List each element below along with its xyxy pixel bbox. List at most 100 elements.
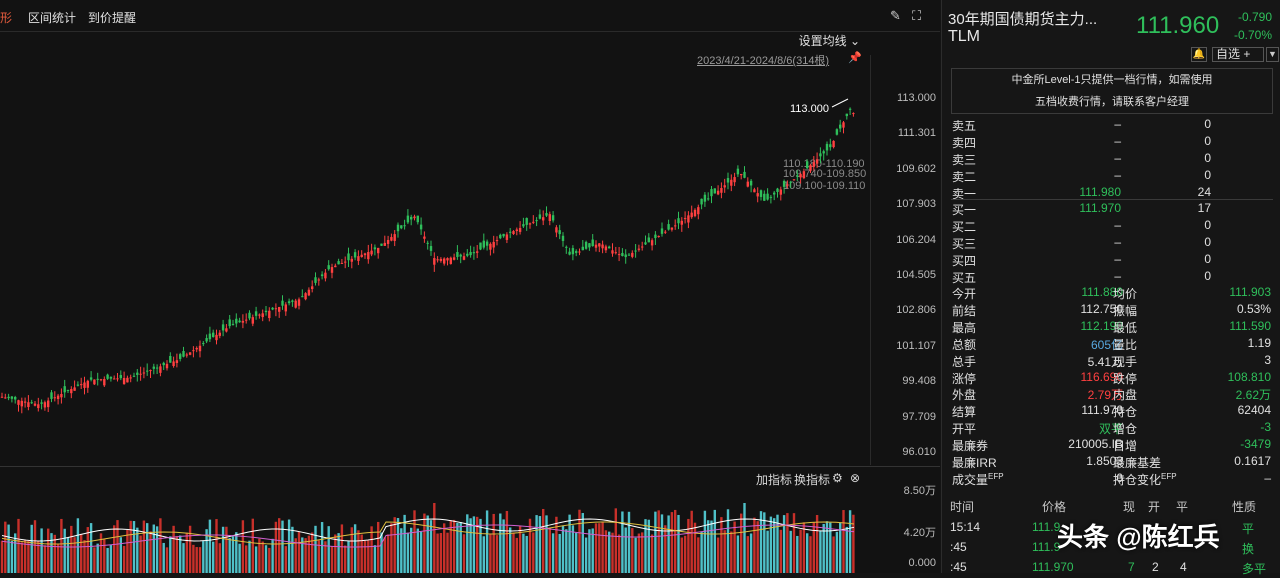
price-tick: 97.709 (902, 410, 936, 423)
candle-body (231, 323, 235, 325)
candle-body (766, 193, 769, 200)
candle-body (664, 231, 667, 233)
candle-body (416, 215, 419, 223)
candle-body (746, 181, 749, 187)
stats-row: 前结 112.750 振幅 0.53% (952, 301, 1271, 318)
volume-bar (611, 532, 614, 573)
candle-body (47, 400, 50, 408)
candle-body (815, 159, 819, 164)
volume-bar (228, 537, 231, 573)
candle-body (525, 218, 528, 225)
candle-body (56, 395, 60, 400)
volume-bar (396, 518, 400, 573)
candle-body (842, 122, 845, 128)
volume-bar (56, 544, 60, 573)
volume-bar (670, 512, 674, 573)
candle-body (373, 247, 377, 250)
volume-bar (713, 509, 716, 573)
volume-bar (377, 521, 380, 573)
volume-bar (637, 533, 641, 573)
candle-body (413, 216, 416, 219)
candle-body (700, 198, 703, 205)
volume-bar (383, 537, 386, 573)
price-tick: 96.010 (902, 446, 936, 458)
volume-bar (353, 524, 357, 573)
bell-icon[interactable]: 🔔 (1191, 47, 1207, 62)
volume-bar (192, 544, 195, 573)
candle-body (287, 301, 291, 304)
candle-body (472, 252, 476, 254)
volume-bar (10, 540, 14, 573)
candle-body (756, 193, 759, 197)
volume-bar (76, 518, 80, 573)
order-book-row: 买三 –0 (952, 235, 1211, 251)
candle-body (304, 293, 307, 300)
trade-row[interactable]: :45 111.970 7 2 4 多平 (942, 560, 1280, 578)
volume-bar (426, 515, 429, 573)
order-book-row: 买二 –0 (952, 218, 1211, 234)
volume-bar (347, 541, 350, 573)
candle-body (208, 333, 212, 340)
candle-body (710, 189, 713, 197)
candle-body (776, 188, 779, 192)
candle-body (575, 251, 578, 253)
quote-panel: 30年期国债期货主力... TLM 111.960 -0.790 -0.70% … (941, 0, 1280, 576)
candle-body (743, 171, 746, 178)
pen-icon[interactable]: ✎ (890, 8, 901, 24)
candle-body (782, 180, 786, 187)
volume-bar (730, 531, 733, 573)
add-watchlist-button[interactable]: 自选 + (1212, 47, 1264, 62)
volume-bar (443, 523, 446, 573)
candle-body (360, 254, 363, 257)
volume-bar (149, 531, 152, 573)
candle-body (403, 225, 406, 227)
volume-bar (545, 515, 548, 573)
order-book-row: 卖二 –0 (952, 168, 1211, 184)
candle-body (76, 384, 80, 386)
candle-body (670, 227, 674, 230)
volume-bar (14, 533, 17, 573)
candle-body (835, 129, 839, 135)
stats-row: 最廉IRR 1.8503 最廉基差 0.1617 (952, 454, 1271, 470)
panel-separator (0, 466, 940, 467)
volume-bar (393, 517, 396, 573)
candle-body (796, 175, 799, 177)
volume-bar (406, 532, 410, 573)
volume-bar (548, 527, 551, 573)
candle-body (591, 239, 594, 247)
kline-chart-area[interactable]: 形 区间统计 到价提醒 ✎ ⛶ 设置均线 ⌄ 2023/4/21-2024/8/… (0, 0, 940, 573)
volume-bar (472, 516, 476, 573)
volume-bar (591, 528, 594, 573)
volume-bar (390, 523, 393, 573)
volume-bar (380, 532, 383, 573)
volume-bar (198, 547, 202, 573)
volume-bar (489, 533, 492, 573)
candle-body (377, 247, 380, 254)
candle-body (357, 256, 360, 261)
candle-body (617, 254, 621, 256)
volume-bar (20, 542, 23, 573)
candle-body (66, 389, 70, 391)
candle-body (268, 310, 271, 319)
volume-bar (581, 513, 584, 573)
volume-bar (773, 518, 776, 573)
chevron-down-icon[interactable]: ▼ (1266, 47, 1279, 62)
fullscreen-icon[interactable]: ⛶ (912, 8, 921, 24)
candle-body (261, 313, 264, 318)
candle-body (182, 351, 185, 357)
volume-bar (848, 510, 852, 573)
volume-bar (225, 526, 228, 573)
candle-body (218, 332, 221, 336)
candle-body (548, 214, 551, 222)
candle-body (406, 215, 410, 223)
volume-bar (40, 528, 43, 573)
candle-body (443, 258, 446, 264)
volume-bar (647, 519, 650, 573)
candle-body (819, 153, 822, 157)
candle-body (713, 188, 716, 194)
vol-tick-mid: 4.20万 (903, 527, 936, 539)
candle-body (505, 234, 509, 240)
candle-body (37, 404, 40, 409)
candle-body (122, 377, 126, 385)
volume-bar (796, 535, 799, 573)
